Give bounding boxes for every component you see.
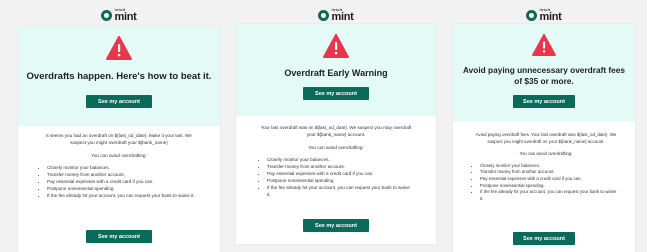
alert-icon [106,36,132,60]
email-card: Overdrafts happen. Here's how to beat it… [18,26,220,252]
email-body: Avoid paying overdraft fees. Your last o… [473,132,619,202]
email-intro: Avoid paying overdraft fees. Your last o… [475,132,617,144]
list-item: Transfer money from another account. [480,169,619,176]
see-my-account-button[interactable]: See my account [303,87,369,100]
email-preview-1: intuit mint Overdrafts happen. Here's ho… [18,0,220,252]
see-my-account-button[interactable]: See my account [513,95,575,108]
email-title: Overdraft Early Warning [284,68,388,78]
alert-icon [532,34,556,56]
see-my-account-button-bottom[interactable]: See my account [513,232,575,245]
list-item: Postpone nonessential spending. [47,185,198,192]
list-item: If the fee already hit your account, you… [267,184,412,198]
email-hero: Avoid paying unnecessary overdraft fees … [453,24,635,122]
see-my-account-button-bottom[interactable]: See my account [86,230,152,243]
list-item: Postpone nonessential spending. [267,177,412,184]
list-item: Pay essential expenses with a credit car… [47,178,198,185]
avoid-heading: You can avoid overdrafting: [519,151,573,157]
avoid-heading: You can avoid overdrafting: [308,145,364,150]
list-item: Postpone nonessential spending. [480,183,619,190]
email-card: Avoid paying unnecessary overdraft fees … [453,24,635,252]
list-item: If the fee already hit your account, you… [480,189,619,202]
tips-list: Closely monitor your balances. Transfer … [260,156,412,198]
email-hero: Overdraft Early Warning See my account [236,24,436,116]
mint-leaf-icon [318,10,330,21]
email-preview-3: intuit mint Avoid paying unnecessary ove… [453,0,635,252]
email-card: Overdraft Early Warning See my account Y… [236,24,436,244]
list-item: Pay essential expenses with a credit car… [267,170,412,177]
mint-logo: intuit mint [453,8,635,23]
email-preview-2: intuit mint Overdraft Early Warning See … [236,0,436,252]
email-intro: Your last overdraft was on ${last_od_dat… [260,125,412,137]
mint-logo: intuit mint [18,8,220,23]
list-item: Closely monitor your balances. [267,156,412,163]
avoid-heading: You can avoid overdrafting: [91,153,147,158]
email-body: Your last overdraft was on ${last_od_dat… [260,124,412,198]
list-item: If the fee already hit your account, you… [47,192,198,199]
tips-list: Closely monitor your balances. Transfer … [40,164,198,199]
email-body: It seems you had an overdraft on ${last_… [40,132,198,199]
see-my-account-button[interactable]: See my account [86,95,152,108]
logo-name: mint [114,11,137,23]
email-hero: Overdrafts happen. Here's how to beat it… [18,26,220,126]
mint-leaf-icon [101,10,113,21]
alert-icon [323,34,349,58]
logo-name: mint [539,11,562,23]
list-item: Pay essential expenses with a credit car… [480,176,619,183]
list-item: Transfer money from another account. [47,171,198,178]
mint-logo: intuit mint [236,8,436,23]
email-title: Overdrafts happen. Here's how to beat it… [26,71,212,82]
list-item: Closely monitor your balances. [47,164,198,171]
logo-name: mint [331,11,354,23]
list-item: Transfer money from another account. [267,163,412,170]
mint-leaf-icon [526,10,538,21]
list-item: Closely monitor your balances. [480,163,619,170]
email-intro: It seems you had an overdraft on ${last_… [46,133,192,145]
email-title: Avoid paying unnecessary overdraft fees … [463,65,625,86]
see-my-account-button-bottom[interactable]: See my account [303,219,369,232]
tips-list: Closely monitor your balances. Transfer … [473,163,619,203]
